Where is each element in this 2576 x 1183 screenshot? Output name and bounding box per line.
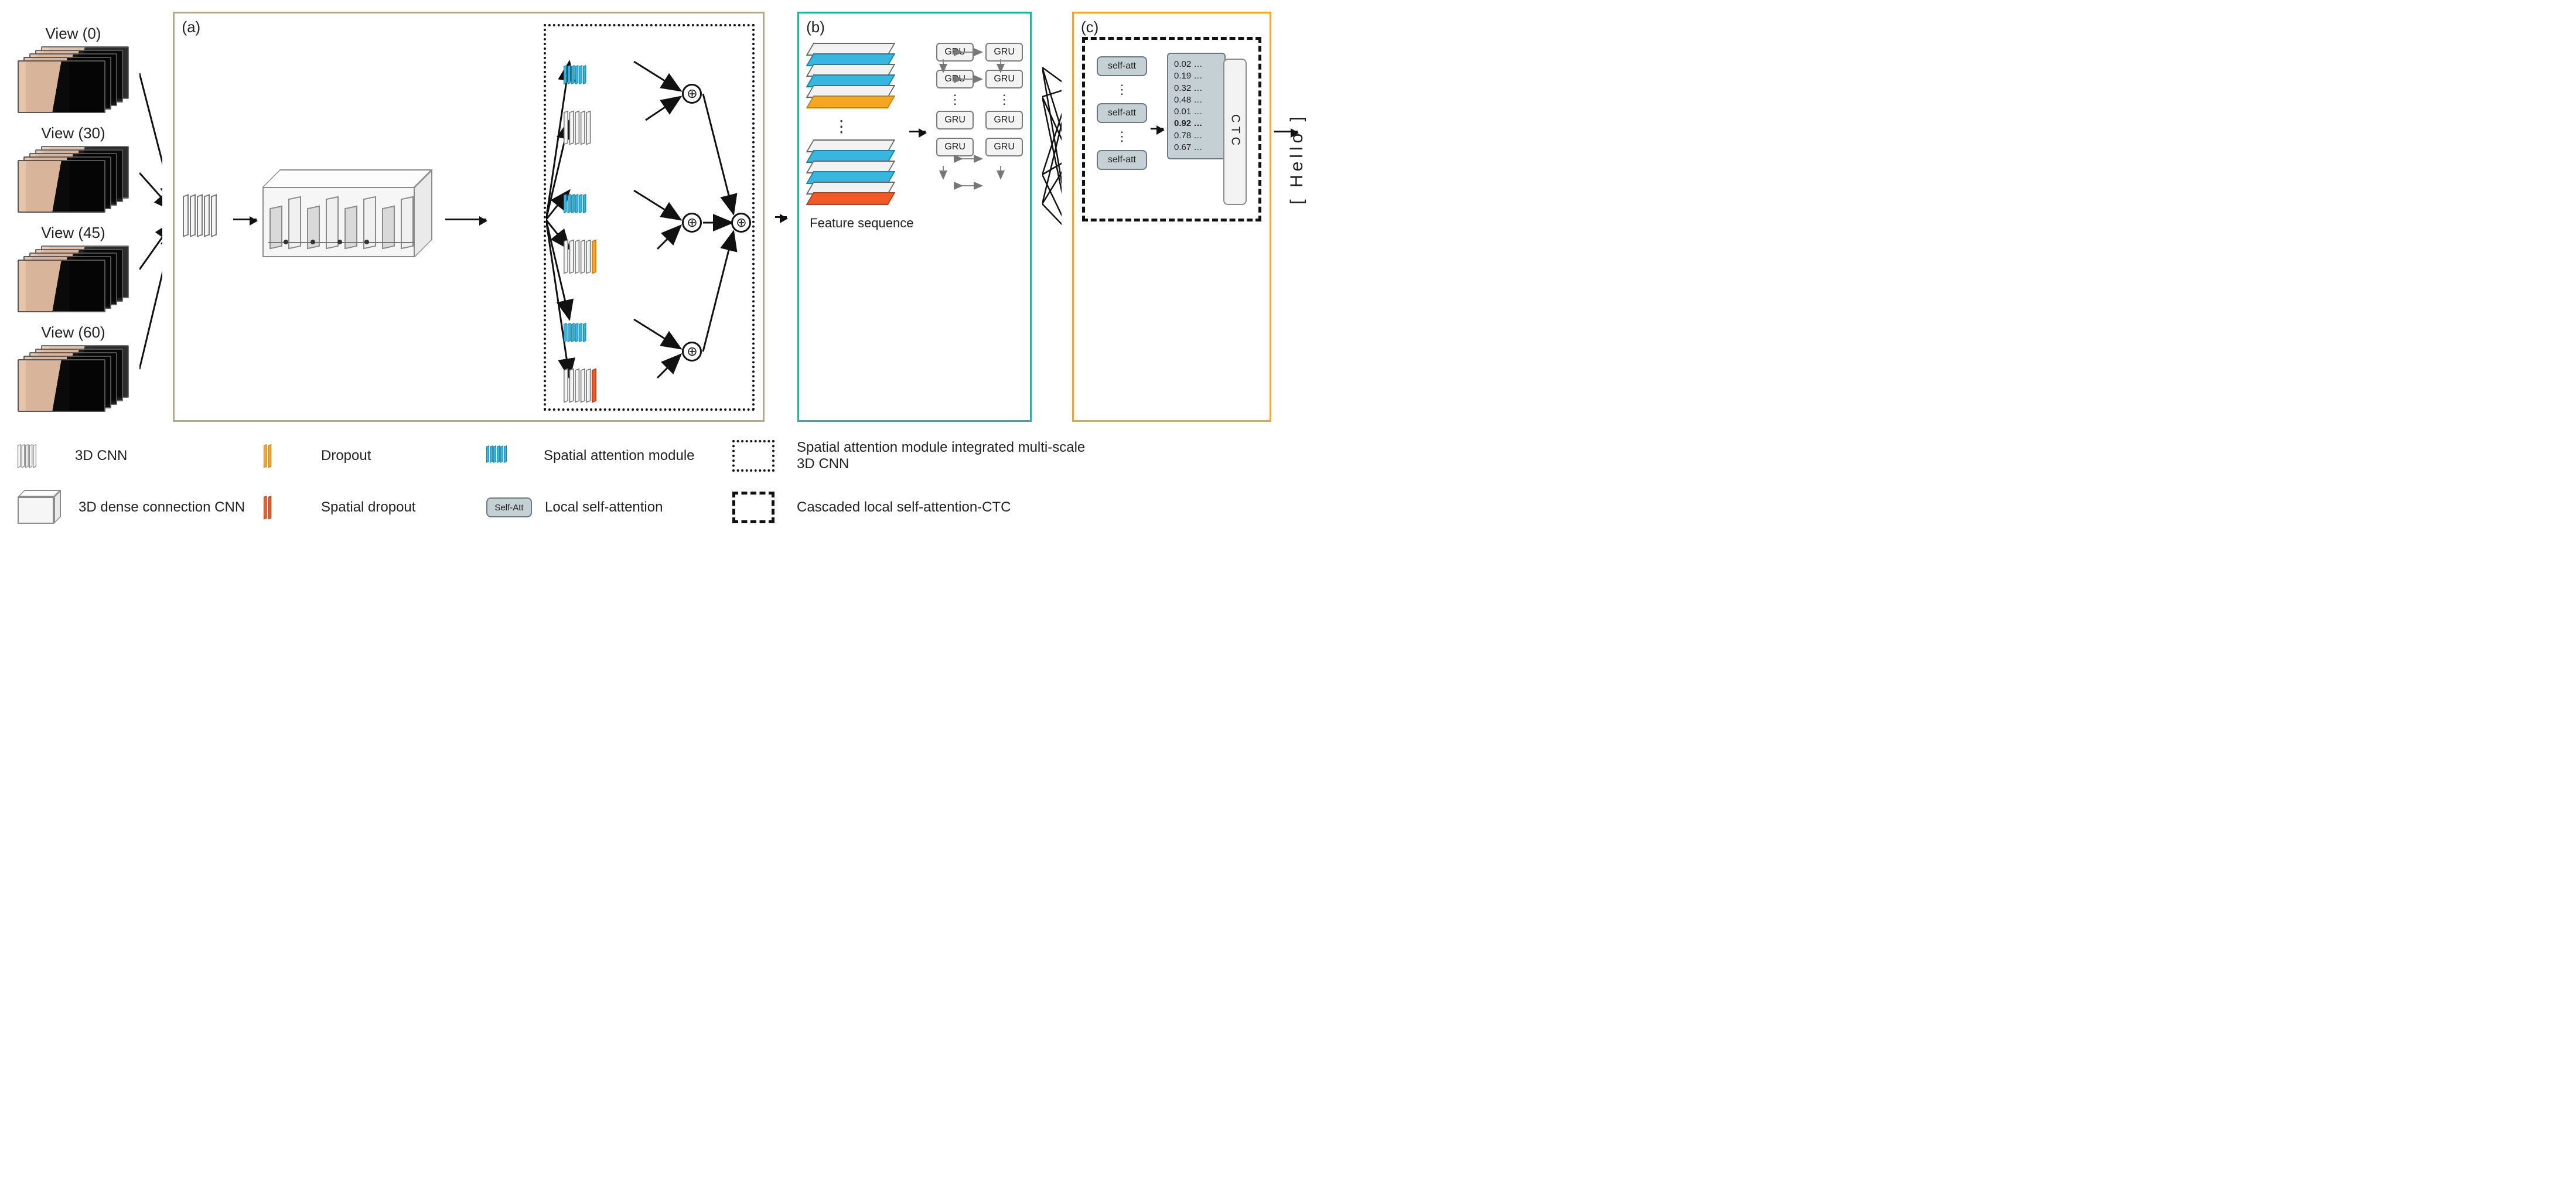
- arrow-icon: [775, 216, 787, 218]
- feature-sequence-label: Feature sequence: [810, 216, 915, 231]
- self-attention-pill: self-att: [1097, 56, 1147, 76]
- spatial-attention-icon: [564, 315, 589, 351]
- prob-value: 0.67 …: [1174, 142, 1219, 154]
- branch-cnn-spatial-dropout: [564, 353, 610, 418]
- ellipsis-icon: ⋮: [1115, 87, 1128, 93]
- legend: 3D CNN Dropout Spatial attention module …: [18, 438, 1271, 525]
- legend-label: 3D dense connection CNN: [79, 499, 245, 516]
- legend-label: Spatial dropout: [321, 499, 415, 516]
- prob-value: 0.19 …: [1174, 70, 1219, 82]
- view-group-0: View (0): [18, 25, 129, 111]
- dense-cnn-cuboid-icon: [262, 169, 438, 257]
- legend-item-multiscale-box: [732, 440, 797, 472]
- view-frames-60: [18, 345, 129, 410]
- cnn3d-stack-icon: [18, 438, 62, 473]
- dashed-box-icon: [732, 492, 774, 523]
- legend-item-local-self-attention: Self-Att Local self-attention: [486, 497, 732, 517]
- view-label-0: View (0): [18, 25, 129, 43]
- view-group-30: View (30): [18, 124, 129, 210]
- prob-value-highlight: 0.92 …: [1174, 118, 1219, 129]
- view-frames-0: [18, 46, 129, 111]
- legend-item-3d-cnn: 3D CNN: [18, 438, 264, 473]
- face-image-icon: [18, 160, 105, 213]
- legend-label: Spatial attention module: [544, 448, 695, 464]
- arrow-icon: [909, 131, 926, 132]
- legend-label: Cascaded local self-attention-CTC: [797, 499, 1101, 516]
- spatial-attention-icon: [564, 186, 589, 222]
- panel-a: (a): [173, 12, 765, 422]
- view-label-60: View (60): [18, 323, 129, 342]
- multiscale-dotted-panel: ⊕ ⊕: [544, 24, 755, 411]
- ellipsis-icon: ⋮: [1115, 134, 1128, 139]
- probability-vector: 0.02 … 0.19 … 0.32 … 0.48 … 0.01 … 0.92 …: [1167, 53, 1226, 159]
- feature-stack-2-icon: [810, 139, 909, 210]
- cnn3d-dropout-icon: [564, 231, 601, 282]
- branch-cnn-dropout: [564, 224, 610, 289]
- legend-label: 3D CNN: [75, 448, 127, 464]
- prob-value: 0.01 …: [1174, 106, 1219, 118]
- legend-item-dropout: Dropout: [264, 438, 486, 473]
- dropout-icon: [264, 438, 308, 473]
- self-attention-pill: self-att: [1097, 103, 1147, 123]
- view-group-45: View (45): [18, 224, 129, 310]
- panel-c-inner: self-att ⋮ self-att ⋮ self-att 0.02 … 0.…: [1074, 13, 1270, 420]
- legend-label: Spatial attention module integrated mult…: [797, 439, 1101, 472]
- arrow-icon: [445, 219, 486, 220]
- face-image-icon: [18, 60, 105, 113]
- figure-root: View (0) View (30): [0, 0, 1289, 592]
- output-label: [ Hello ]: [1287, 113, 1307, 204]
- panel-c: (c) self-att ⋮ self-att ⋮ self-att 0.02 …: [1072, 12, 1271, 422]
- legend-item-dense-cnn: 3D dense connection CNN: [18, 490, 264, 525]
- view-group-60: View (60): [18, 323, 129, 410]
- prob-value: 0.02 …: [1174, 59, 1219, 70]
- legend-item-cascaded-box: [732, 492, 797, 523]
- spatial-dropout-icon: [264, 490, 308, 525]
- top-row: View (0) View (30): [18, 12, 1271, 422]
- face-image-icon: [18, 359, 105, 412]
- prob-value: 0.78 …: [1174, 130, 1219, 142]
- cnn3d-stack-icon: [183, 183, 230, 248]
- dotted-box-icon: [732, 440, 774, 472]
- view-label-30: View (30): [18, 124, 129, 142]
- view-frames-30: [18, 146, 129, 210]
- cnn3d-spatial-dropout-icon: [564, 360, 601, 411]
- self-attention-pill: self-att: [1097, 150, 1147, 170]
- input-column: View (0) View (30): [18, 12, 129, 422]
- legend-item-spatial-attention: Spatial attention module: [486, 438, 732, 473]
- self-attention-badge-icon: Self-Att: [486, 497, 532, 517]
- feature-stack-1-icon: [810, 43, 909, 113]
- legend-label: Local self-attention: [545, 499, 663, 516]
- face-image-icon: [18, 260, 105, 312]
- dense-cnn-cuboid-icon: [18, 490, 66, 525]
- spatial-attention-icon: [564, 57, 589, 93]
- self-attention-column: self-att ⋮ self-att ⋮ self-att: [1097, 56, 1147, 170]
- legend-label: Dropout: [321, 448, 371, 464]
- ellipsis-icon: ⋮: [833, 117, 915, 136]
- feature-sequence-area: ⋮ Feature sequence: [810, 43, 915, 231]
- panel-a-inner: ⊕ ⊕: [175, 13, 763, 420]
- fan-arrows-icon: [1042, 12, 1062, 422]
- cascaded-dashed-panel: self-att ⋮ self-att ⋮ self-att 0.02 … 0.…: [1082, 37, 1261, 221]
- arrow-icon: [1151, 128, 1164, 129]
- panel-b: (b) ⋮: [797, 12, 1032, 422]
- cnn3d-stack-icon: [564, 102, 601, 154]
- spatial-attention-icon: [486, 438, 531, 473]
- view-frames-45: [18, 246, 129, 310]
- arrow-icon: [233, 219, 257, 220]
- prob-value: 0.32 …: [1174, 83, 1219, 94]
- gru-connectors-icon: [924, 42, 1024, 206]
- legend-item-spatial-dropout: Spatial dropout: [264, 490, 486, 525]
- branch-cnn-1: [564, 96, 610, 160]
- prob-value: 0.48 …: [1174, 94, 1219, 106]
- view-label-45: View (45): [18, 224, 129, 242]
- ctc-block: CTC: [1223, 59, 1247, 205]
- panel-b-inner: ⋮ Feature sequence GRU GRU: [799, 13, 1030, 420]
- input-arrow-bundle: [139, 12, 162, 422]
